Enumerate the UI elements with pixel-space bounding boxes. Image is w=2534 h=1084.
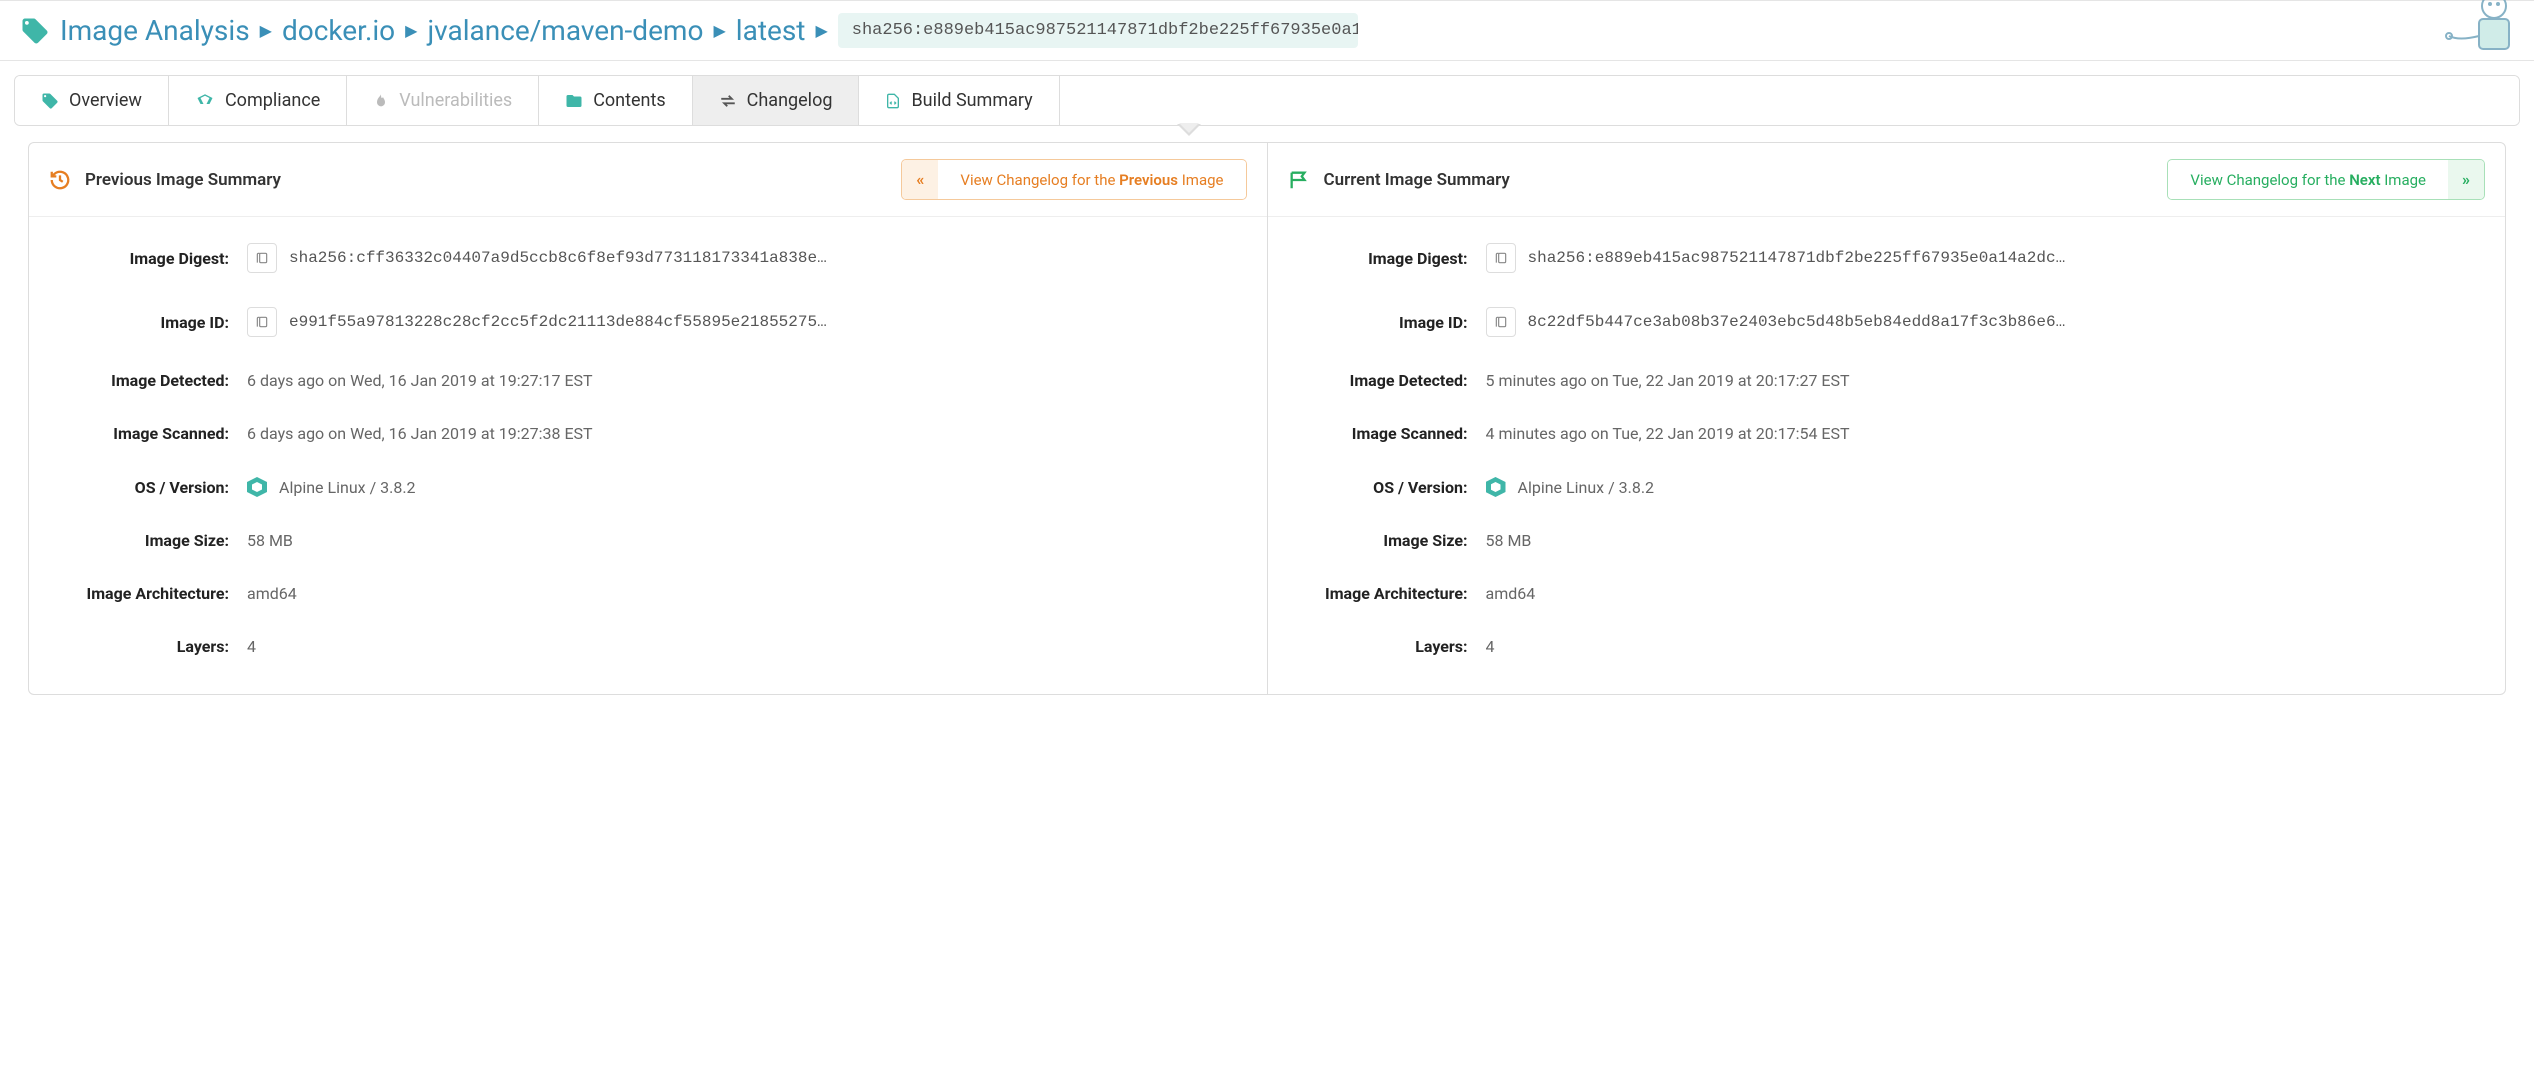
current-header-title: Current Image Summary <box>1324 170 2154 190</box>
tab-overview[interactable]: Overview <box>15 76 169 125</box>
copy-digest-button[interactable] <box>247 243 277 273</box>
tabs: Overview Compliance Vulnerabilities Cont… <box>14 75 2520 126</box>
breadcrumb: Image Analysis ▶ docker.io ▶ jvalance/ma… <box>0 1 2534 61</box>
chevron-right-icon: ▶ <box>815 21 827 40</box>
copy-id-button[interactable] <box>247 307 277 337</box>
chevron-right-icon: ▶ <box>405 21 417 40</box>
label-image-arch: Image Architecture: <box>53 584 229 603</box>
view-previous-changelog-button[interactable]: « View Changelog for the Previous Image <box>901 159 1246 200</box>
label-image-detected: Image Detected: <box>1292 371 1468 390</box>
tab-label: Compliance <box>225 90 320 111</box>
tab-label: Vulnerabilities <box>399 90 512 111</box>
current-arch: amd64 <box>1486 584 2482 603</box>
label-image-detected: Image Detected: <box>53 371 229 390</box>
previous-image-panel: Previous Image Summary « View Changelog … <box>29 143 1268 694</box>
tab-label: Contents <box>593 90 665 111</box>
folder-icon <box>565 92 583 110</box>
previous-digest: sha256:cff36332c04407a9d5ccb8c6f8ef93d77… <box>289 249 1243 267</box>
tab-build-summary[interactable]: Build Summary <box>859 76 1059 125</box>
os-icon <box>1486 477 1506 497</box>
label-layers: Layers: <box>53 637 229 656</box>
mascot-icon <box>2444 0 2524 61</box>
tab-vulnerabilities[interactable]: Vulnerabilities <box>347 76 539 125</box>
label-image-scanned: Image Scanned: <box>1292 424 1468 443</box>
previous-os: Alpine Linux / 3.8.2 <box>279 478 416 497</box>
os-icon <box>247 477 267 497</box>
breadcrumb-repo[interactable]: jvalance/maven-demo <box>427 14 703 47</box>
changelog-panels: Previous Image Summary « View Changelog … <box>28 142 2506 695</box>
label-image-id: Image ID: <box>53 313 229 332</box>
chevron-right-icon: ▶ <box>260 21 272 40</box>
double-chevron-left-icon: « <box>902 160 938 199</box>
current-os: Alpine Linux / 3.8.2 <box>1518 478 1655 497</box>
previous-detected: 6 days ago on Wed, 16 Jan 2019 at 19:27:… <box>247 371 1243 390</box>
current-digest: sha256:e889eb415ac987521147871dbf2be225f… <box>1528 249 2482 267</box>
fire-icon <box>373 92 389 110</box>
tab-label: Build Summary <box>911 90 1032 111</box>
scale-icon <box>195 92 215 110</box>
label-image-size: Image Size: <box>1292 531 1468 550</box>
tag-icon <box>20 16 50 46</box>
label-os-version: OS / Version: <box>1292 478 1468 497</box>
label-image-digest: Image Digest: <box>53 249 229 268</box>
double-chevron-right-icon: » <box>2448 160 2484 199</box>
chevron-right-icon: ▶ <box>713 21 725 40</box>
copy-digest-button[interactable] <box>1486 243 1516 273</box>
current-detected: 5 minutes ago on Tue, 22 Jan 2019 at 20:… <box>1486 371 2482 390</box>
breadcrumb-registry[interactable]: docker.io <box>282 14 395 47</box>
current-id: 8c22df5b447ce3ab08b37e2403ebc5d48b5eb84e… <box>1528 313 2482 331</box>
tabs-spacer <box>1060 76 2519 125</box>
breadcrumb-digest: sha256:e889eb415ac987521147871dbf2be225f… <box>838 13 1358 48</box>
view-next-changelog-button[interactable]: View Changelog for the Next Image » <box>2167 159 2485 200</box>
current-size: 58 MB <box>1486 531 2482 550</box>
current-scanned: 4 minutes ago on Tue, 22 Jan 2019 at 20:… <box>1486 424 2482 443</box>
tag-icon <box>41 92 59 110</box>
tab-contents[interactable]: Contents <box>539 76 692 125</box>
previous-scanned: 6 days ago on Wed, 16 Jan 2019 at 19:27:… <box>247 424 1243 443</box>
label-image-scanned: Image Scanned: <box>53 424 229 443</box>
label-os-version: OS / Version: <box>53 478 229 497</box>
tab-compliance[interactable]: Compliance <box>169 76 347 125</box>
label-layers: Layers: <box>1292 637 1468 656</box>
copy-id-button[interactable] <box>1486 307 1516 337</box>
exchange-icon <box>719 92 737 110</box>
previous-id: e991f55a97813228c28cf2cc5f2dc21113de884c… <box>289 313 1243 331</box>
label-image-size: Image Size: <box>53 531 229 550</box>
current-layers: 4 <box>1486 637 2482 656</box>
tab-changelog[interactable]: Changelog <box>693 76 860 125</box>
previous-header-title: Previous Image Summary <box>85 170 887 190</box>
nav-label: View Changelog for the Previous Image <box>938 161 1245 199</box>
previous-size: 58 MB <box>247 531 1243 550</box>
tab-label: Changelog <box>747 90 833 111</box>
previous-arch: amd64 <box>247 584 1243 603</box>
nav-label: View Changelog for the Next Image <box>2168 161 2448 199</box>
previous-layers: 4 <box>247 637 1243 656</box>
breadcrumb-root[interactable]: Image Analysis <box>60 14 250 47</box>
history-icon <box>49 169 71 191</box>
label-image-arch: Image Architecture: <box>1292 584 1468 603</box>
flag-icon <box>1288 169 1310 191</box>
breadcrumb-tag[interactable]: latest <box>736 14 806 47</box>
current-image-panel: Current Image Summary View Changelog for… <box>1268 143 2506 694</box>
label-image-id: Image ID: <box>1292 313 1468 332</box>
tab-label: Overview <box>69 90 142 111</box>
label-image-digest: Image Digest: <box>1292 249 1468 268</box>
file-code-icon <box>885 92 901 110</box>
